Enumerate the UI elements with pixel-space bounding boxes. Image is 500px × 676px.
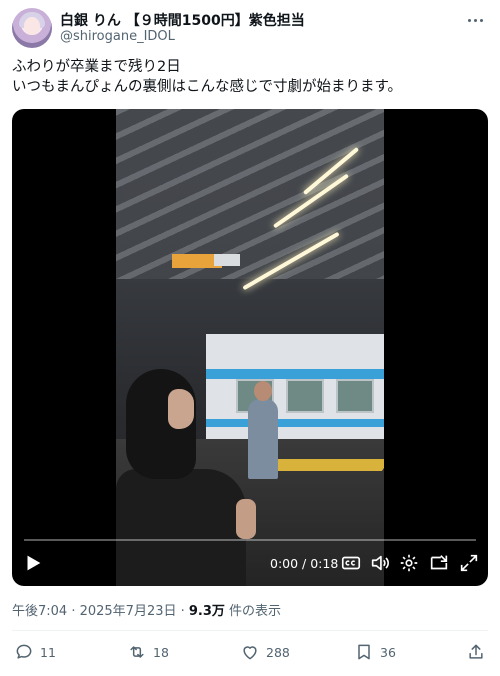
tweet-header: 白銀 りん 【９時間1500円】紫色担当 @shirogane_IDOL [12, 8, 488, 48]
tweet-text-line: ふわりが卒業まで残り2日 [12, 59, 181, 75]
reply-button[interactable]: 11 [14, 641, 56, 663]
settings-gear-icon[interactable] [398, 552, 420, 574]
repost-icon [130, 646, 144, 658]
view-count-suffix: 件の表示 [224, 604, 282, 619]
tweet-timestamp[interactable]: 午後7:04 · 2025年7月23日 · [12, 604, 189, 619]
repost-button[interactable]: 18 [127, 641, 169, 663]
volume-icon[interactable] [369, 552, 391, 574]
author-name[interactable]: 白銀 りん 【９時間1500円】紫色担当 [60, 10, 305, 30]
video-controls: 0:00 / 0:18 [12, 526, 488, 586]
reply-count: 11 [40, 644, 56, 660]
video-time: 0:00 / 0:18 [270, 556, 339, 571]
fullscreen-icon[interactable] [458, 552, 480, 574]
video-frame [116, 109, 384, 586]
tweet-text: ふわりが卒業まで残り2日 いつもまんぴょんの裏側はこんな感じで寸劇が始まります。 [12, 57, 488, 97]
author-handle[interactable]: @shirogane_IDOL [60, 29, 175, 44]
picture-in-picture-icon[interactable] [428, 552, 450, 574]
play-icon[interactable] [22, 552, 44, 574]
bookmark-button[interactable]: 36 [354, 641, 396, 663]
bookmark-icon [358, 644, 370, 660]
action-bar: 11 18 288 36 [0, 641, 500, 667]
view-count: 9.3万 [188, 604, 225, 619]
reply-icon [16, 644, 32, 659]
divider [12, 630, 488, 631]
share-button[interactable] [466, 641, 486, 663]
like-button[interactable]: 288 [240, 641, 290, 663]
tweet-meta: 午後7:04 · 2025年7月23日 · 9.3万 件の表示 [12, 600, 281, 619]
video-player[interactable]: 0:00 / 0:18 [12, 109, 488, 586]
captions-icon[interactable] [340, 552, 362, 574]
video-progress-bar[interactable] [24, 539, 476, 541]
heart-icon [243, 646, 257, 660]
more-options-icon[interactable] [466, 12, 486, 28]
like-count: 288 [266, 644, 290, 660]
tweet-text-line: いつもまんぴょんの裏側はこんな感じで寸劇が始まります。 [12, 79, 403, 95]
repost-count: 18 [153, 644, 169, 660]
avatar[interactable] [12, 8, 52, 48]
bookmark-count: 36 [380, 644, 396, 660]
share-icon [469, 644, 483, 659]
